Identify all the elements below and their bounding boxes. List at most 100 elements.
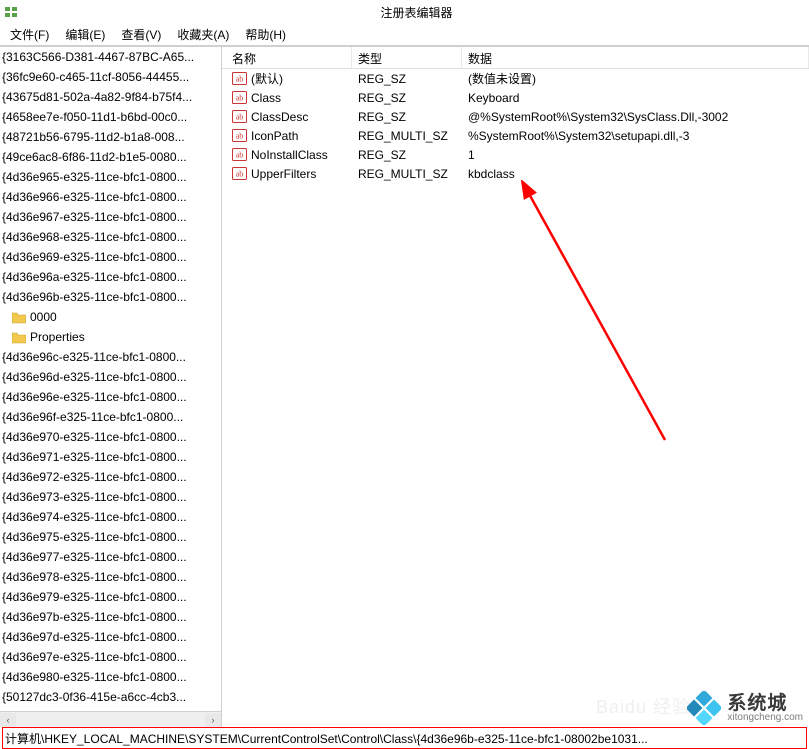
value-data: %SystemRoot%\System32\setupapi.dll,-3 bbox=[462, 129, 809, 143]
tree-key-item[interactable]: {4d36e96f-e325-11ce-bfc1-0800... bbox=[0, 407, 221, 427]
tree-key-item[interactable]: {4d36e973-e325-11ce-bfc1-0800... bbox=[0, 487, 221, 507]
menu-edit[interactable]: 编辑(E) bbox=[57, 24, 113, 45]
scroll-left-arrow-icon[interactable]: ‹ bbox=[0, 713, 16, 727]
tree-key-item[interactable]: {43675d81-502a-4a82-9f84-b75f4... bbox=[0, 87, 221, 107]
value-name: Class bbox=[251, 91, 281, 105]
string-value-icon: ab bbox=[232, 109, 247, 124]
tree-horizontal-scrollbar[interactable]: ‹ › bbox=[0, 711, 221, 727]
menu-view[interactable]: 查看(V) bbox=[113, 24, 169, 45]
tree-item-label: {50127dc3-0f36-415e-a6cc-4cb3... bbox=[2, 690, 186, 704]
value-data: (数值未设置) bbox=[462, 70, 809, 87]
tree-key-item[interactable]: {4d36e979-e325-11ce-bfc1-0800... bbox=[0, 587, 221, 607]
list-body: ab(默认)REG_SZ(数值未设置)ab Class REG_SZKeyboard… bbox=[222, 69, 809, 183]
main-area: {3163C566-D381-4467-87BC-A65... {36fc9e60… bbox=[0, 46, 809, 727]
tree-key-item[interactable]: {4d36e974-e325-11ce-bfc1-0800... bbox=[0, 507, 221, 527]
string-value-icon: ab bbox=[232, 90, 247, 105]
status-bar: 计算机\HKEY_LOCAL_MACHINE\SYSTEM\CurrentCon… bbox=[2, 727, 807, 749]
value-row[interactable]: ab Class REG_SZKeyboard bbox=[222, 88, 809, 107]
tree-key-item[interactable]: {4d36e971-e325-11ce-bfc1-0800... bbox=[0, 447, 221, 467]
tree-key-item[interactable]: {4d36e969-e325-11ce-bfc1-0800... bbox=[0, 247, 221, 267]
value-data: Keyboard bbox=[462, 91, 809, 105]
tree-key-item[interactable]: {36fc9e60-c465-11cf-8056-44455... bbox=[0, 67, 221, 87]
tree-key-item[interactable]: {4d36e978-e325-11ce-bfc1-0800... bbox=[0, 567, 221, 587]
tree-item-label: {4d36e980-e325-11ce-bfc1-0800... bbox=[2, 670, 187, 684]
status-path: 计算机\HKEY_LOCAL_MACHINE\SYSTEM\CurrentCon… bbox=[5, 730, 648, 747]
tree-item-label: {4d36e96b-e325-11ce-bfc1-0800... bbox=[2, 290, 187, 304]
tree-key-item[interactable]: {4d36e965-e325-11ce-bfc1-0800... bbox=[0, 167, 221, 187]
tree-key-item[interactable]: {4658ee7e-f050-11d1-b6bd-00c0... bbox=[0, 107, 221, 127]
tree-key-item[interactable]: {3163C566-D381-4467-87BC-A65... bbox=[0, 47, 221, 67]
value-type: REG_MULTI_SZ bbox=[352, 167, 462, 181]
value-row[interactable]: abUpperFiltersREG_MULTI_SZkbdclass bbox=[222, 164, 809, 183]
tree-key-item[interactable]: {4d36e970-e325-11ce-bfc1-0800... bbox=[0, 427, 221, 447]
value-row[interactable]: abClassDescREG_SZ@%SystemRoot%\System32\… bbox=[222, 107, 809, 126]
menu-favorites[interactable]: 收藏夹(A) bbox=[169, 24, 237, 45]
value-type: REG_SZ bbox=[352, 91, 462, 105]
value-name: IconPath bbox=[251, 129, 298, 143]
value-name: UpperFilters bbox=[251, 167, 316, 181]
tree-item-label: {50906cb8-ba12-11d1-bf5d-000... bbox=[2, 710, 181, 711]
tree-item-label: {4d36e96f-e325-11ce-bfc1-0800... bbox=[2, 410, 183, 424]
tree-item-label: {3163C566-D381-4467-87BC-A65... bbox=[2, 50, 194, 64]
folder-icon bbox=[12, 332, 26, 344]
value-type: REG_SZ bbox=[352, 72, 462, 86]
tree-key-item[interactable]: {4d36e975-e325-11ce-bfc1-0800... bbox=[0, 527, 221, 547]
tree-item-label: {4d36e967-e325-11ce-bfc1-0800... bbox=[2, 210, 187, 224]
value-row[interactable]: ab IconPath REG_MULTI_SZ%SystemRoot%\Syste… bbox=[222, 126, 809, 145]
menu-file[interactable]: 文件(F) bbox=[2, 24, 57, 45]
tree-key-item[interactable]: {4d36e96b-e325-11ce-bfc1-0800... bbox=[0, 287, 221, 307]
svg-text:ab: ab bbox=[236, 132, 244, 141]
menu-help[interactable]: 帮助(H) bbox=[237, 24, 294, 45]
tree-item-label: {4d36e973-e325-11ce-bfc1-0800... bbox=[2, 490, 187, 504]
col-header-type[interactable]: 类型 bbox=[352, 47, 462, 68]
tree-key-item[interactable]: {4d36e966-e325-11ce-bfc1-0800... bbox=[0, 187, 221, 207]
tree-item-label: {4d36e972-e325-11ce-bfc1-0800... bbox=[2, 470, 187, 484]
tree-item-label: {4d36e979-e325-11ce-bfc1-0800... bbox=[2, 590, 187, 604]
tree-key-item[interactable]: {4d36e97b-e325-11ce-bfc1-0800... bbox=[0, 607, 221, 627]
tree-key-item[interactable]: {4d36e96c-e325-11ce-bfc1-0800... bbox=[0, 347, 221, 367]
scroll-track[interactable] bbox=[16, 713, 205, 727]
window-title: 注册表编辑器 bbox=[24, 4, 809, 21]
tree-key-item[interactable]: {4d36e968-e325-11ce-bfc1-0800... bbox=[0, 227, 221, 247]
tree-scroll[interactable]: {3163C566-D381-4467-87BC-A65... {36fc9e60… bbox=[0, 47, 221, 711]
tree-folder-item[interactable]: 0000 bbox=[0, 307, 221, 327]
string-value-icon: ab bbox=[232, 147, 247, 162]
tree-item-label: {4d36e96a-e325-11ce-bfc1-0800... bbox=[2, 270, 187, 284]
tree-key-item[interactable]: {4d36e97d-e325-11ce-bfc1-0800... bbox=[0, 627, 221, 647]
tree-key-item[interactable]: {4d36e967-e325-11ce-bfc1-0800... bbox=[0, 207, 221, 227]
tree-item-label: Properties bbox=[30, 330, 85, 344]
watermark-logo: 系统城 xitongcheng.com bbox=[687, 691, 803, 725]
tree-key-item[interactable]: {4d36e972-e325-11ce-bfc1-0800... bbox=[0, 467, 221, 487]
value-name: NoInstallClass bbox=[251, 148, 328, 162]
tree-key-item[interactable]: {4d36e977-e325-11ce-bfc1-0800... bbox=[0, 547, 221, 567]
tree-key-item[interactable]: {4d36e980-e325-11ce-bfc1-0800... bbox=[0, 667, 221, 687]
value-name: ClassDesc bbox=[251, 110, 308, 124]
string-value-icon: ab bbox=[232, 166, 247, 181]
tree-item-label: {4d36e975-e325-11ce-bfc1-0800... bbox=[2, 530, 187, 544]
tree-key-item[interactable]: {4d36e96d-e325-11ce-bfc1-0800... bbox=[0, 367, 221, 387]
col-header-name[interactable]: 名称 bbox=[222, 47, 352, 68]
tree-folder-item[interactable]: Properties bbox=[0, 327, 221, 347]
tree-item-label: {4d36e974-e325-11ce-bfc1-0800... bbox=[2, 510, 187, 524]
col-header-data[interactable]: 数据 bbox=[462, 47, 809, 68]
tree-key-item[interactable]: {49ce6ac8-6f86-11d2-b1e5-0080... bbox=[0, 147, 221, 167]
tree-key-item[interactable]: {4d36e96a-e325-11ce-bfc1-0800... bbox=[0, 267, 221, 287]
tree-item-label: {4d36e966-e325-11ce-bfc1-0800... bbox=[2, 190, 187, 204]
tree-key-item[interactable]: {50127dc3-0f36-415e-a6cc-4cb3... bbox=[0, 687, 221, 707]
tree-item-label: {4d36e96d-e325-11ce-bfc1-0800... bbox=[2, 370, 187, 384]
value-list-pane: 名称 类型 数据 ab(默认)REG_SZ(数值未设置)ab Class REG_S… bbox=[222, 47, 809, 727]
tree-key-item[interactable]: {4d36e97e-e325-11ce-bfc1-0800... bbox=[0, 647, 221, 667]
value-row[interactable]: abNoInstallClassREG_SZ1 bbox=[222, 145, 809, 164]
tree-item-label: {4d36e97e-e325-11ce-bfc1-0800... bbox=[2, 650, 187, 664]
value-type: REG_MULTI_SZ bbox=[352, 129, 462, 143]
tree-key-item[interactable]: {4d36e96e-e325-11ce-bfc1-0800... bbox=[0, 387, 221, 407]
value-row[interactable]: ab(默认)REG_SZ(数值未设置) bbox=[222, 69, 809, 88]
app-icon bbox=[4, 4, 20, 20]
watermark-diamond-icon bbox=[687, 691, 721, 725]
value-type: REG_SZ bbox=[352, 110, 462, 124]
tree-key-item[interactable]: {48721b56-6795-11d2-b1a8-008... bbox=[0, 127, 221, 147]
tree-item-label: {4d36e978-e325-11ce-bfc1-0800... bbox=[2, 570, 187, 584]
scroll-right-arrow-icon[interactable]: › bbox=[205, 713, 221, 727]
watermark-brand: 系统城 bbox=[727, 694, 787, 713]
svg-text:ab: ab bbox=[236, 151, 244, 160]
